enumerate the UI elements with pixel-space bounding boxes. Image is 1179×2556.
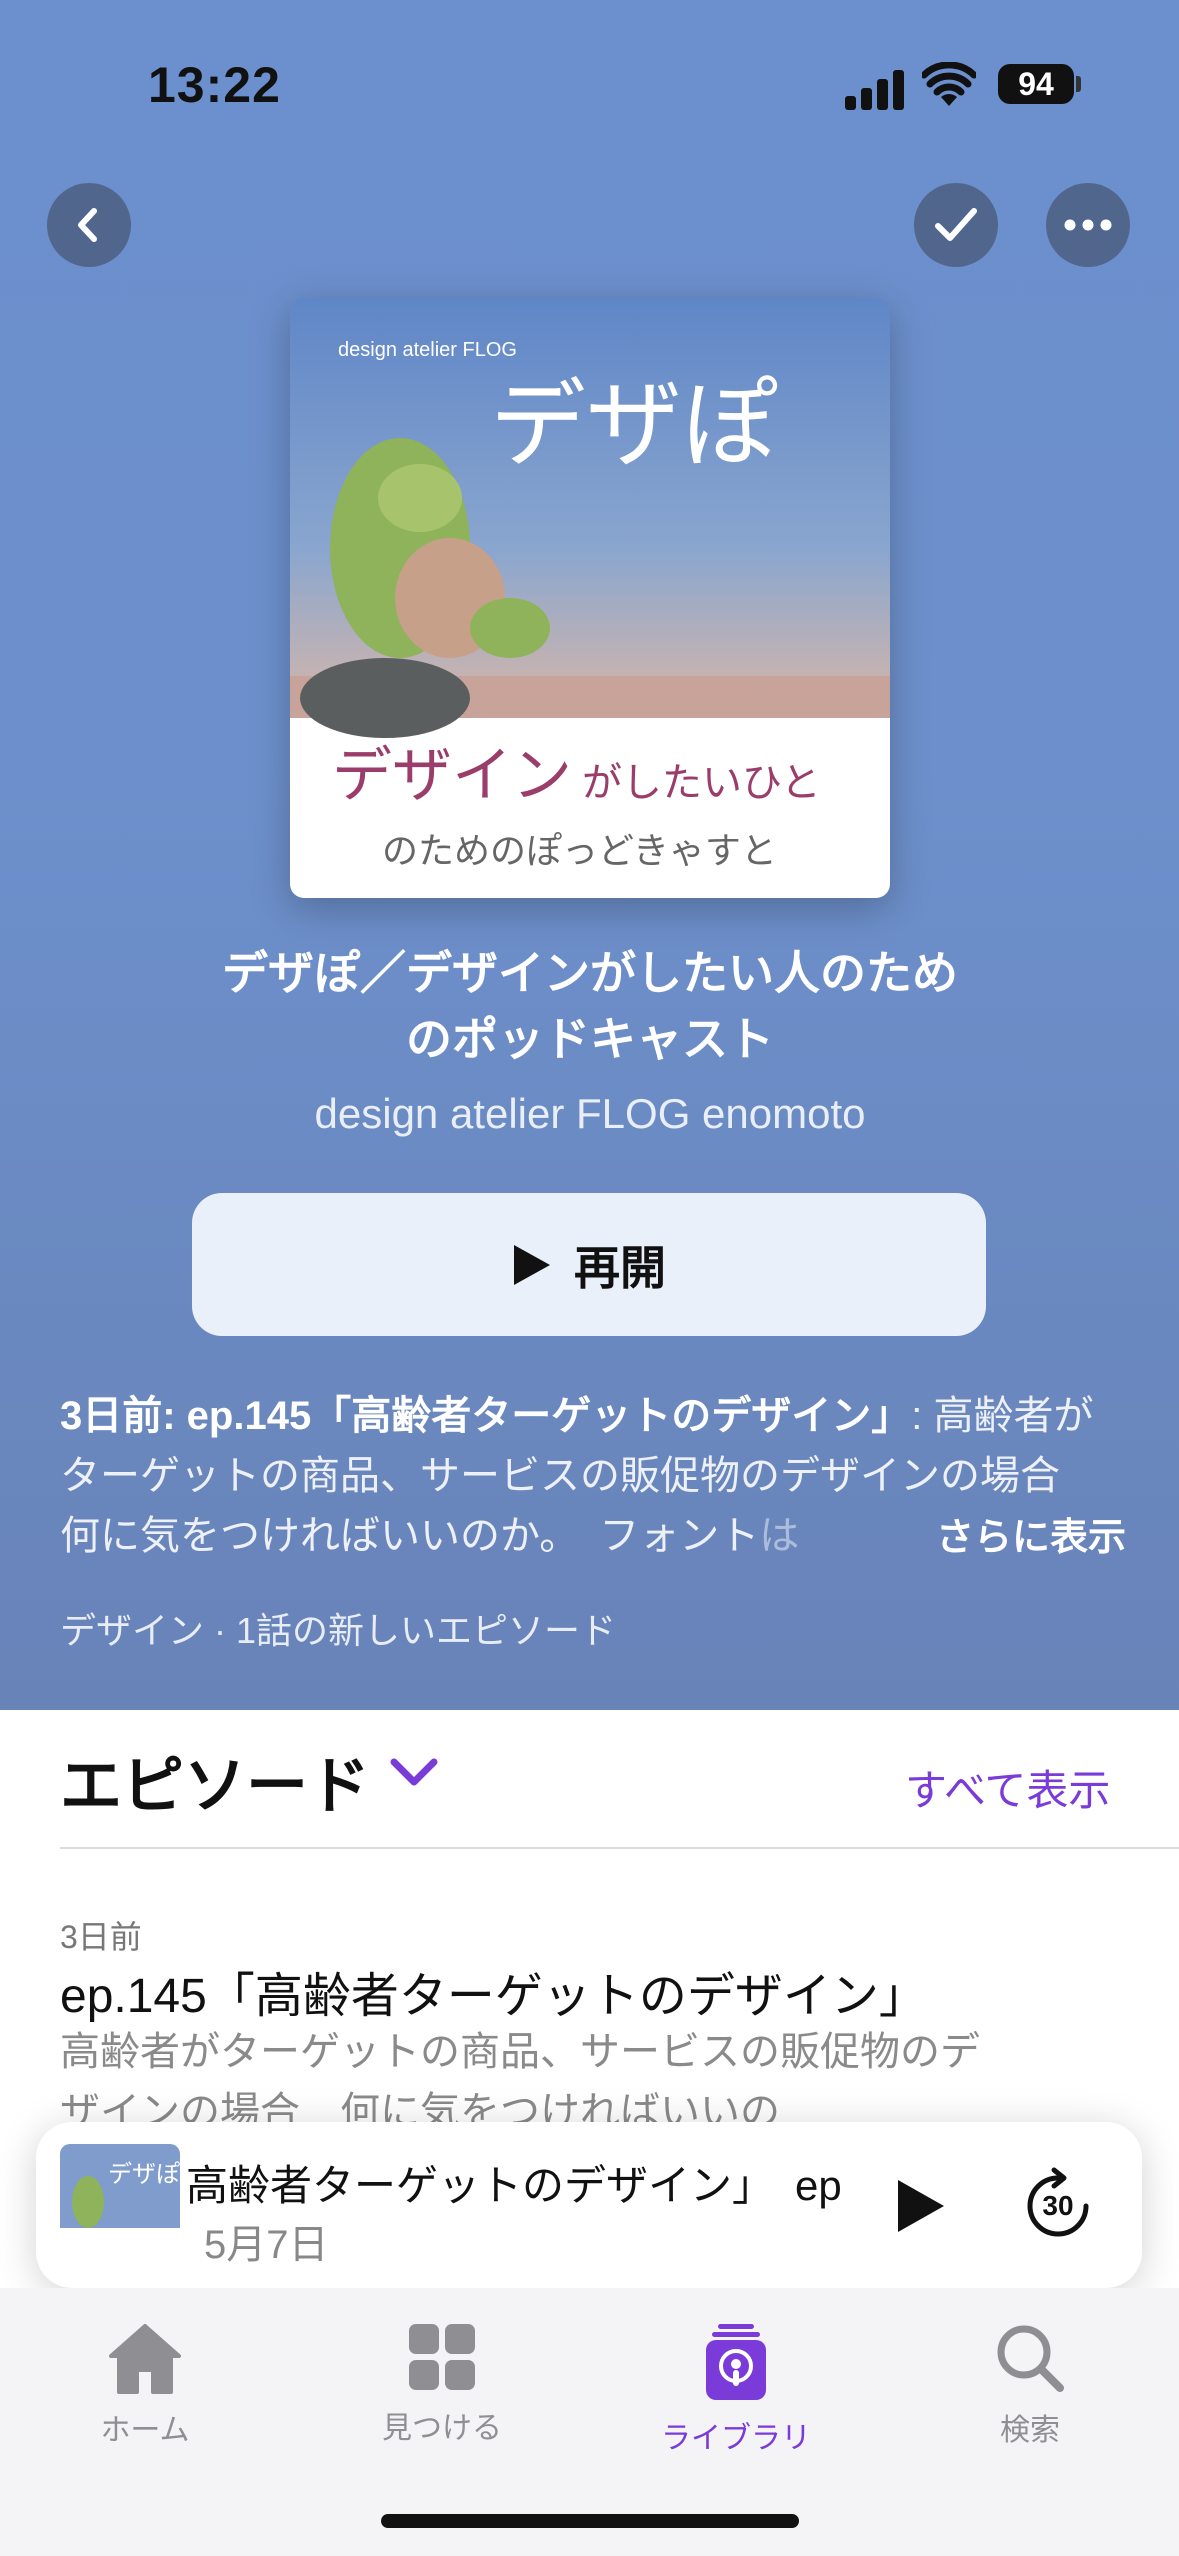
artwork-tagline-small: がしたいひと (582, 760, 821, 806)
tab-home-label: ホーム (100, 2414, 190, 2447)
more-options-button[interactable] (1046, 183, 1130, 267)
podcast-title-line2: のポッドキャスト (406, 1013, 774, 1065)
play-icon (514, 1244, 550, 1285)
checkmark-icon (935, 208, 977, 241)
tab-search-label: 検索 (1000, 2414, 1060, 2447)
podcast-title: デザぽ／デザイン​がしたい人のため のポッドキャスト (140, 940, 1040, 1072)
resume-button[interactable]: 再開 (192, 1193, 986, 1336)
divider (60, 1847, 1179, 1849)
cellular-signal-icon (845, 66, 905, 110)
library-podcast-icon (706, 2324, 766, 2400)
artwork-brand: design atelier FLOG (338, 339, 517, 361)
ellipsis-icon (1064, 219, 1112, 231)
mini-player-artwork: デザぽ (60, 2144, 180, 2264)
back-button[interactable] (47, 183, 131, 267)
battery-tip (1076, 76, 1081, 92)
tab-browse[interactable]: 見つける (342, 2322, 542, 2447)
tab-home[interactable]: ホーム (45, 2322, 245, 2449)
podcast-artwork: design atelier FLOG デザぽ デザイン がしたいひと のための… (290, 298, 890, 898)
podcast-meta: デザイン · 1話の新しいエピソード (60, 1610, 617, 1651)
mini-player-title: 高齢者ターゲットのデザイン」 ep (186, 2162, 842, 2209)
tab-browse-label: 見つける (382, 2412, 502, 2445)
mini-player-date: 5月7日 (204, 2223, 329, 2267)
podcast-title-line1: デザぽ／デザイン​がしたい人のため (222, 947, 958, 999)
artwork-tagline-big: デザイン (332, 741, 572, 811)
status-time: 13:22 (148, 57, 281, 113)
see-all-link[interactable]: すべて表示 (905, 1757, 1110, 1818)
artwork-logo-text: デザぽ (490, 369, 778, 481)
mini-player[interactable]: デザぽ 高齢者ターゲットのデザイン」 ep 5月7日 30 (36, 2122, 1142, 2288)
grid-icon (409, 2324, 475, 2390)
episodes-header[interactable]: エピソード (60, 1735, 370, 1825)
tab-library[interactable]: ライブラリ (636, 2322, 836, 2457)
chevron-down-icon[interactable] (384, 1752, 444, 1792)
skip-seconds: 30 (1042, 2190, 1074, 2221)
chevron-left-icon (78, 208, 97, 242)
mini-play-button[interactable] (894, 2178, 946, 2234)
wifi-icon (920, 61, 978, 106)
svg-text:デザぽ: デザぽ (108, 2160, 180, 2188)
skip-forward-button[interactable]: 30 (1018, 2166, 1098, 2246)
house-icon (109, 2324, 181, 2394)
tab-library-label: ライブラリ (661, 2422, 811, 2455)
artwork-tagline2: のためのぽっどきゃすと (382, 831, 777, 872)
latest-episode-fade: は (759, 1514, 800, 1558)
tab-search[interactable]: 検索 (930, 2322, 1130, 2449)
latest-episode-prefix: 3日前: ep.145「高齢者ターゲットのデザイン」 (60, 1394, 912, 1438)
episode-date: 3日前 (60, 1919, 142, 1955)
home-indicator (381, 2514, 799, 2528)
podcast-author[interactable]: design atelier FLOG enomoto (140, 1090, 1040, 1138)
show-more-link[interactable]: さらに表示 (936, 1506, 1126, 1561)
episode-title[interactable]: ep.145「高齢者ターゲットのデザイン」 (60, 1956, 927, 2026)
magnifier-icon (997, 2325, 1064, 2392)
subscribed-button[interactable] (914, 183, 998, 267)
battery-indicator: 94 (998, 64, 1074, 104)
resume-label: 再開 (574, 1241, 666, 1294)
